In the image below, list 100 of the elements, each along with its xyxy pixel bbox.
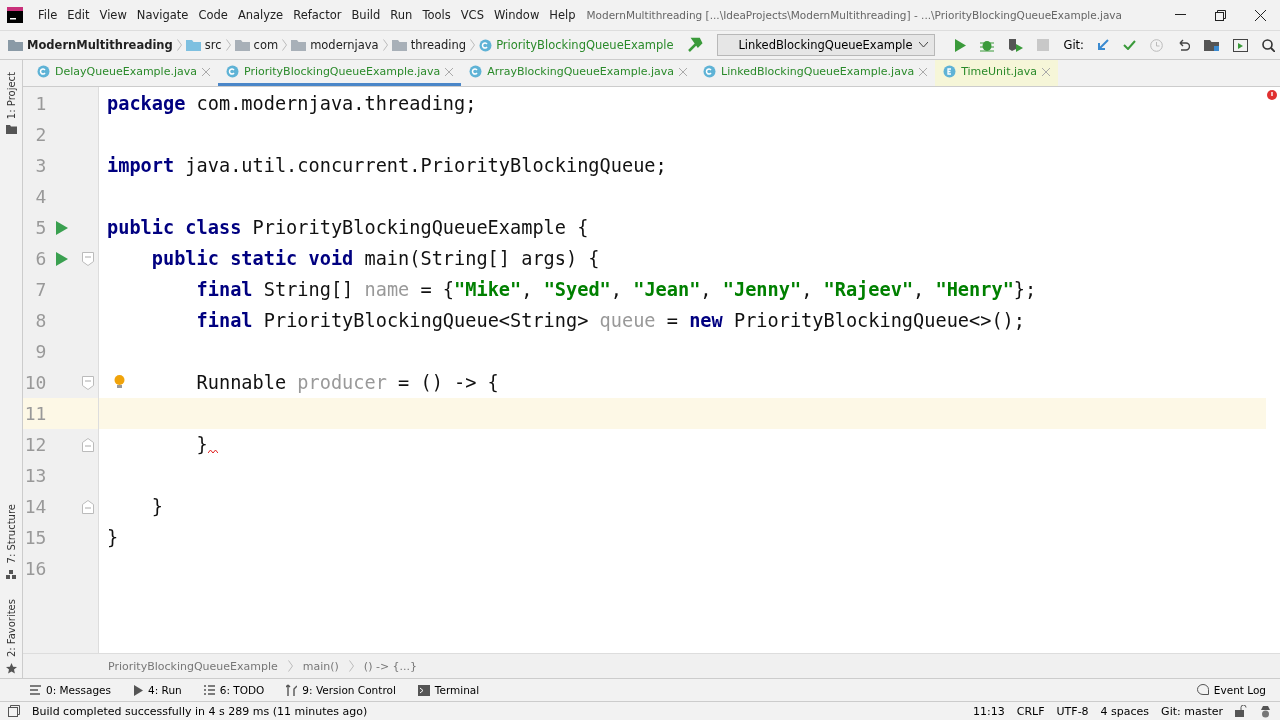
editor-tab[interactable]: LinkedBlockingQueueExample.java bbox=[695, 60, 936, 86]
breadcrumb-item[interactable]: modernjava bbox=[310, 38, 379, 52]
minimize-icon[interactable] bbox=[1174, 14, 1186, 16]
structure-tool-tab[interactable]: 7: Structure bbox=[5, 500, 17, 568]
terminal-icon bbox=[417, 684, 430, 696]
class-icon bbox=[225, 65, 239, 78]
menu-item[interactable]: VCS bbox=[455, 8, 489, 22]
breadcrumb-item[interactable]: threading bbox=[410, 38, 467, 52]
event-log-button[interactable]: Event Log bbox=[1196, 684, 1266, 696]
breadcrumb-item[interactable]: () -> {...} bbox=[363, 659, 418, 673]
folder-icon bbox=[185, 39, 201, 51]
code-line: } bbox=[196, 434, 208, 455]
speech-bubble-icon bbox=[1196, 684, 1209, 696]
branch-icon bbox=[286, 684, 298, 696]
breadcrumb-item[interactable]: PriorityBlockingQueueExample bbox=[496, 38, 674, 52]
folder-icon bbox=[8, 39, 23, 51]
line-number: 10 bbox=[23, 372, 47, 393]
menu-item[interactable]: Code bbox=[193, 8, 233, 22]
close-icon[interactable] bbox=[1254, 9, 1266, 21]
code-line: } bbox=[107, 527, 119, 548]
menu-item[interactable]: Window bbox=[488, 8, 545, 22]
fold-icon[interactable] bbox=[82, 499, 95, 514]
status-item[interactable]: 4 spaces bbox=[1100, 704, 1150, 718]
line-number: 16 bbox=[23, 558, 47, 579]
structure-icon bbox=[6, 569, 16, 579]
class-icon bbox=[37, 65, 50, 78]
coverage-icon[interactable] bbox=[1007, 38, 1023, 52]
star-icon bbox=[5, 663, 17, 674]
lock-icon[interactable] bbox=[1235, 705, 1247, 717]
error-indicator-icon[interactable] bbox=[1267, 90, 1277, 100]
menu-item[interactable]: Analyze bbox=[232, 8, 289, 22]
breadcrumb-item[interactable]: main() bbox=[302, 659, 339, 673]
project-tool-tab[interactable]: 1: Project bbox=[5, 68, 17, 124]
run-icon[interactable] bbox=[56, 220, 69, 235]
line-number: 8 bbox=[34, 310, 47, 331]
code-line: public static void main(String[] args) { bbox=[151, 248, 600, 269]
menu-item[interactable]: Edit bbox=[62, 8, 95, 22]
chevron-icon bbox=[287, 660, 293, 672]
breadcrumb-item[interactable]: ModernMultithreading bbox=[27, 38, 173, 52]
hammer-icon[interactable] bbox=[687, 37, 704, 53]
window-icon[interactable] bbox=[1233, 38, 1248, 52]
chevron-icon bbox=[470, 39, 476, 51]
undo-icon[interactable] bbox=[1177, 39, 1190, 51]
fold-icon[interactable] bbox=[82, 437, 95, 452]
tool-window-button[interactable]: 9: Version Control bbox=[286, 684, 396, 696]
class-icon bbox=[469, 65, 483, 78]
line-number: 2 bbox=[34, 124, 47, 145]
editor-tab[interactable]: ArrayBlockingQueueExample.java bbox=[461, 60, 696, 86]
search-icon[interactable] bbox=[1262, 38, 1275, 52]
lightbulb-icon[interactable] bbox=[114, 375, 125, 389]
tool-window-button[interactable]: 6: TODO bbox=[203, 684, 265, 696]
bug-icon[interactable] bbox=[979, 38, 994, 52]
run-configuration-dropdown[interactable]: LinkedBlockingQueueExample bbox=[717, 34, 935, 56]
breadcrumb-item[interactable]: com bbox=[253, 38, 279, 52]
line-number: 3 bbox=[34, 155, 47, 176]
editor-tab[interactable]: DelayQueueExample.java bbox=[29, 60, 218, 86]
chevron-icon bbox=[382, 39, 388, 51]
status-item[interactable]: UTF-8 bbox=[1056, 704, 1089, 718]
run-icon[interactable] bbox=[56, 251, 69, 266]
fold-icon[interactable] bbox=[82, 375, 95, 390]
run-icon[interactable] bbox=[953, 38, 966, 52]
clock-icon[interactable] bbox=[1150, 38, 1163, 52]
tool-window-button[interactable]: Terminal bbox=[417, 684, 480, 696]
status-item[interactable]: Git: master bbox=[1161, 704, 1223, 718]
restore-icon[interactable] bbox=[1214, 9, 1226, 21]
folder-icon bbox=[391, 39, 407, 51]
menu-item[interactable]: Help bbox=[544, 8, 581, 22]
line-number: 14 bbox=[23, 496, 47, 517]
fold-icon[interactable] bbox=[82, 251, 95, 266]
line-number: 12 bbox=[23, 434, 47, 455]
menu-item[interactable]: Navigate bbox=[131, 8, 194, 22]
menu-item[interactable]: Run bbox=[385, 8, 418, 22]
line-number: 6 bbox=[34, 248, 47, 269]
breadcrumb-item[interactable]: PriorityBlockingQueueExample bbox=[108, 659, 278, 673]
panel-toggle-icon[interactable] bbox=[8, 705, 20, 717]
code-line: import java.util.concurrent.PriorityBlockingQueue; bbox=[107, 155, 667, 176]
status-item[interactable]: CRLF bbox=[1016, 704, 1045, 718]
menu-item[interactable]: File bbox=[33, 8, 63, 22]
menu-item[interactable]: Build bbox=[346, 8, 386, 22]
folder-icon[interactable] bbox=[1204, 39, 1219, 51]
code-line: Runnable producer = () -> { bbox=[196, 372, 499, 393]
checkmark-icon[interactable] bbox=[1123, 40, 1136, 50]
tool-window-button[interactable]: 4: Run bbox=[133, 684, 182, 696]
code-line: public class PriorityBlockingQueueExample { bbox=[107, 217, 589, 238]
menu-item[interactable]: View bbox=[94, 8, 132, 22]
status-item[interactable]: 11:13 bbox=[973, 704, 1005, 718]
breadcrumb-item[interactable]: src bbox=[204, 38, 222, 52]
status-message: Build completed successfully in 4 s 289 ms (11 minutes ago) bbox=[32, 704, 368, 718]
chevron-icon bbox=[225, 39, 231, 51]
line-number: 7 bbox=[34, 279, 47, 300]
inspector-icon[interactable] bbox=[1259, 704, 1272, 718]
code-line: final String[] name = {"Mike", "Syed", "Jean", "Jenny", "Rajeev", "Henry"}; bbox=[196, 279, 1037, 300]
menu-item[interactable]: Tools bbox=[417, 8, 456, 22]
arrow-icon[interactable] bbox=[1097, 39, 1109, 51]
favorites-tool-tab[interactable]: 2: Favorites bbox=[5, 594, 17, 661]
tool-window-button[interactable]: 0: Messages bbox=[30, 684, 112, 696]
menu-item[interactable]: Refactor bbox=[288, 8, 347, 22]
chevron-icon bbox=[176, 39, 182, 51]
code-line: } bbox=[151, 496, 163, 517]
editor-tab[interactable]: TimeUnit.java bbox=[935, 60, 1058, 86]
